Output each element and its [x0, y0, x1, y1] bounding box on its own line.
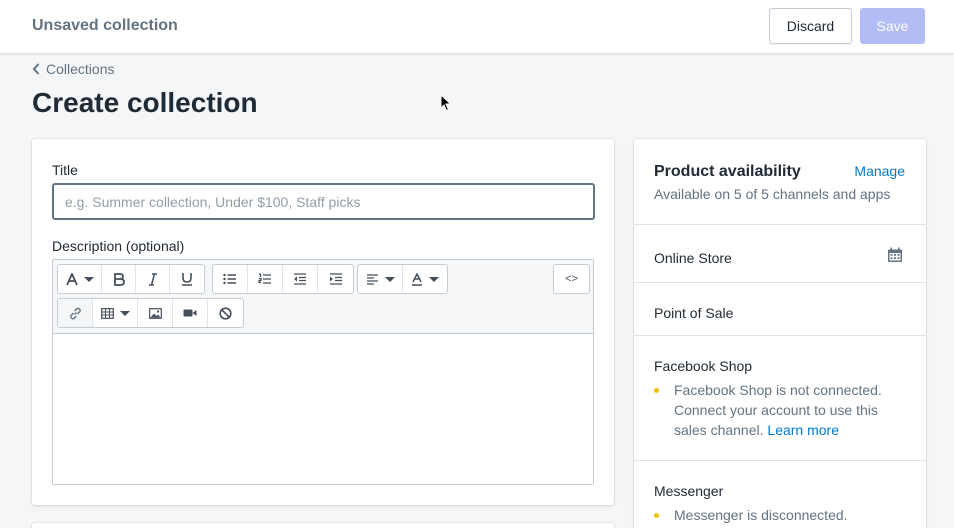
- product-availability-card: Product availability Manage Available on…: [634, 139, 926, 528]
- list-group: [212, 264, 354, 294]
- bulleted-list-button[interactable]: [213, 265, 248, 293]
- breadcrumb[interactable]: Collections: [32, 61, 114, 77]
- underline-button[interactable]: [170, 265, 204, 293]
- channel-status-note: Messenger is disconnected.: [654, 505, 848, 525]
- top-bar: Unsaved collection Discard Save: [0, 0, 954, 54]
- chevron-left-icon: [32, 63, 40, 75]
- warning-dot-icon: [654, 388, 659, 393]
- clear-formatting-button[interactable]: [208, 299, 243, 327]
- rich-text-editor: <>: [52, 259, 594, 485]
- discard-button[interactable]: Discard: [769, 8, 852, 44]
- description-label: Description (optional): [52, 238, 185, 254]
- align-button[interactable]: [358, 265, 403, 293]
- warning-dot-icon: [654, 513, 659, 518]
- availability-summary: Available on 5 of 5 channels and apps: [654, 186, 891, 202]
- outdent-icon: [294, 273, 306, 285]
- underline-icon: [182, 273, 192, 286]
- next-card: [32, 523, 614, 528]
- title-input[interactable]: e.g. Summer collection, Under $100, Staf…: [52, 183, 595, 220]
- bulleted-list-icon: [223, 273, 236, 285]
- save-button[interactable]: Save: [860, 8, 925, 44]
- bold-icon: [113, 272, 125, 286]
- chevron-down-icon: [429, 276, 439, 282]
- chevron-down-icon: [384, 276, 395, 282]
- text-color-icon: [412, 272, 422, 286]
- availability-heading: Product availability: [654, 163, 801, 180]
- numbered-list-button[interactable]: [248, 265, 283, 293]
- html-code-button[interactable]: <>: [554, 265, 589, 293]
- learn-more-link[interactable]: Learn more: [767, 422, 839, 438]
- manage-link[interactable]: Manage: [854, 163, 905, 179]
- font-style-button[interactable]: [58, 265, 102, 293]
- link-icon: [69, 307, 81, 319]
- font-group: [57, 264, 205, 294]
- editor-content-area[interactable]: [53, 335, 593, 484]
- mouse-cursor-icon: [440, 94, 452, 112]
- indent-icon: [329, 273, 342, 285]
- channel-status-note: Facebook Shop is not connected. Connect …: [654, 380, 882, 440]
- clear-formatting-icon: [219, 306, 232, 320]
- collection-details-card: Title e.g. Summer collection, Under $100…: [32, 139, 614, 505]
- italic-icon: [148, 272, 157, 286]
- image-icon: [148, 307, 162, 319]
- format-group: [357, 264, 448, 294]
- channel-point-of-sale: Point of Sale: [634, 282, 926, 336]
- bold-button[interactable]: [102, 265, 136, 293]
- editor-toolbar: <>: [53, 260, 593, 334]
- html-code-icon: <>: [565, 273, 578, 285]
- insert-group: [57, 298, 244, 328]
- table-button[interactable]: [93, 299, 138, 327]
- breadcrumb-label[interactable]: Collections: [46, 61, 114, 77]
- indent-button[interactable]: [318, 265, 353, 293]
- channel-online-store: Online Store: [634, 224, 926, 282]
- video-icon: [183, 309, 197, 317]
- outdent-button[interactable]: [283, 265, 318, 293]
- chevron-down-icon: [119, 310, 130, 316]
- channel-name: Point of Sale: [654, 305, 734, 321]
- text-color-button[interactable]: [403, 265, 447, 293]
- table-icon: [100, 307, 114, 319]
- align-icon: [366, 273, 378, 285]
- status-text: Facebook Shop is not connected. Connect …: [674, 380, 882, 440]
- channel-facebook-shop: Facebook Shop Facebook Shop is not conne…: [634, 335, 926, 461]
- channel-name: Online Store: [654, 250, 732, 266]
- numbered-list-icon: [258, 273, 271, 284]
- status-line: Messenger is disconnected.: [674, 507, 848, 523]
- status-line: Connect your account to use this: [674, 402, 878, 418]
- italic-button[interactable]: [136, 265, 170, 293]
- chevron-down-icon: [83, 276, 94, 282]
- channel-name: Messenger: [654, 483, 724, 499]
- font-icon: [65, 272, 78, 285]
- calendar-icon[interactable]: [887, 247, 903, 263]
- link-button[interactable]: [58, 299, 93, 327]
- channel-name: Facebook Shop: [654, 358, 753, 374]
- channel-messenger: Messenger Messenger is disconnected.: [634, 460, 926, 528]
- page-title: Create collection: [32, 87, 258, 118]
- status-line: Facebook Shop is not connected.: [674, 382, 882, 398]
- image-button[interactable]: [138, 299, 173, 327]
- code-group: <>: [553, 264, 590, 294]
- video-button[interactable]: [173, 299, 208, 327]
- title-label: Title: [52, 162, 78, 178]
- status-line: sales channel.: [674, 422, 764, 438]
- title-input-placeholder: e.g. Summer collection, Under $100, Staf…: [65, 193, 361, 210]
- topbar-title: Unsaved collection: [32, 17, 178, 34]
